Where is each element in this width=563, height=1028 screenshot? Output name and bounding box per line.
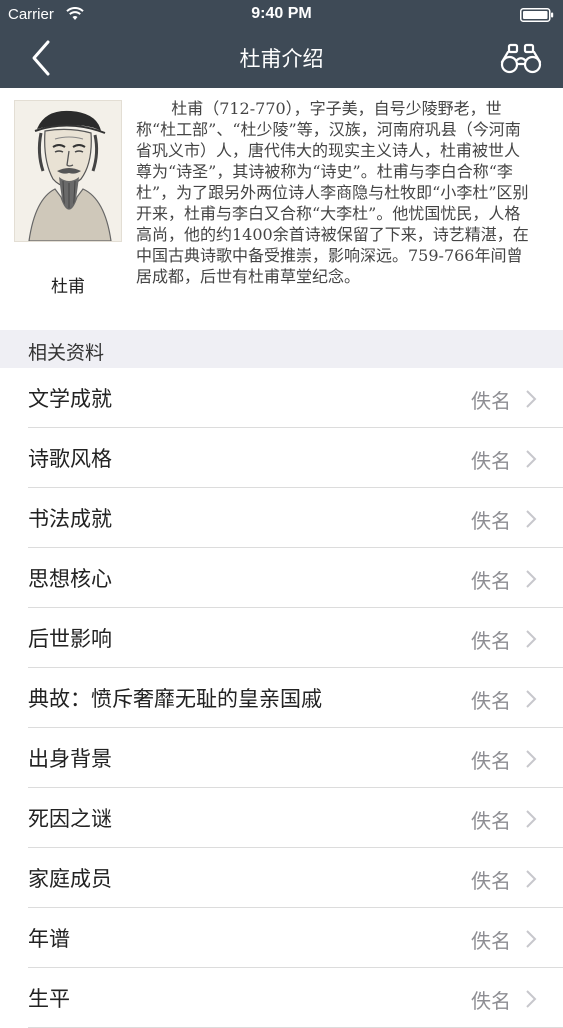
list-item-detail: 佚名 (471, 389, 511, 413)
list-item-label: 诗歌风格 (28, 447, 112, 471)
chevron-right-icon (526, 870, 537, 888)
status-time: 9:40 PM (251, 5, 312, 22)
list-item-label: 思想核心 (28, 567, 112, 591)
chevron-right-icon (526, 930, 537, 948)
list-item-label: 年谱 (28, 927, 70, 951)
list-item-label: 文学成就 (28, 387, 112, 411)
battery-icon (520, 8, 554, 22)
chevron-right-icon (526, 390, 537, 408)
list-item-detail: 佚名 (471, 629, 511, 653)
list-item[interactable]: 出身背景 佚名 (0, 728, 563, 788)
section-title: 相关资料 (28, 342, 105, 364)
intro-section: 杜甫 杜甫（712-770），字子美，自号少陵野老，世称“杜工部”、“杜少陵”等… (0, 88, 563, 330)
section-header: 相关资料 (0, 330, 563, 368)
list-item-label: 出身背景 (28, 747, 112, 771)
list-item-detail: 佚名 (471, 689, 511, 713)
chevron-right-icon (526, 570, 537, 588)
list-item-detail: 佚名 (471, 809, 511, 833)
status-bar: Carrier 9:40 PM (0, 0, 563, 30)
list-item-detail: 佚名 (471, 569, 511, 593)
chevron-right-icon (526, 450, 537, 468)
list-item[interactable]: 典故：愤斥奢靡无耻的皇亲国戚 佚名 (0, 668, 563, 728)
list-item-detail: 佚名 (471, 449, 511, 473)
portrait-caption: 杜甫 (51, 277, 85, 297)
list-item-label: 家庭成员 (28, 867, 112, 891)
chevron-right-icon (526, 690, 537, 708)
list-item[interactable]: 文学成就 佚名 (0, 368, 563, 428)
list-item[interactable]: 思想核心 佚名 (0, 548, 563, 608)
chevron-right-icon (526, 510, 537, 528)
list-item-detail: 佚名 (471, 509, 511, 533)
list-item[interactable]: 年谱 佚名 (0, 908, 563, 968)
chevron-right-icon (526, 990, 537, 1008)
list-item-label: 典故：愤斥奢靡无耻的皇亲国戚 (28, 687, 322, 711)
bio-text: 杜甫（712-770），字子美，自号少陵野老，世称“杜工部”、“杜少陵”等，汉族… (136, 99, 529, 286)
page-title: 杜甫介绍 (239, 47, 324, 71)
list-item[interactable]: 死因之谜 佚名 (0, 788, 563, 848)
list-item-detail: 佚名 (471, 869, 511, 893)
binoculars-icon (500, 43, 542, 74)
list-item[interactable]: 生平 佚名 (0, 968, 563, 1028)
list-item[interactable]: 后世影响 佚名 (0, 608, 563, 668)
binoculars-button[interactable] (499, 40, 543, 76)
list-item[interactable]: 诗歌风格 佚名 (0, 428, 563, 488)
nav-bar: 杜甫介绍 (0, 30, 563, 88)
list-item-label: 死因之谜 (28, 807, 112, 831)
chevron-right-icon (526, 630, 537, 648)
list-item-detail: 佚名 (471, 749, 511, 773)
portrait-illustration (15, 101, 121, 242)
portrait-image (14, 100, 122, 242)
list-item-label: 书法成就 (28, 507, 112, 531)
chevron-right-icon (526, 750, 537, 768)
chevron-right-icon (526, 810, 537, 828)
related-list: 文学成就 佚名 诗歌风格 佚名 书法成就 佚名 思想核心 佚名 后世影响 佚名 … (0, 368, 563, 1028)
list-item-detail: 佚名 (471, 929, 511, 953)
list-item-label: 后世影响 (28, 627, 112, 651)
list-item[interactable]: 家庭成员 佚名 (0, 848, 563, 908)
list-item[interactable]: 书法成就 佚名 (0, 488, 563, 548)
list-item-label: 生平 (28, 987, 70, 1011)
